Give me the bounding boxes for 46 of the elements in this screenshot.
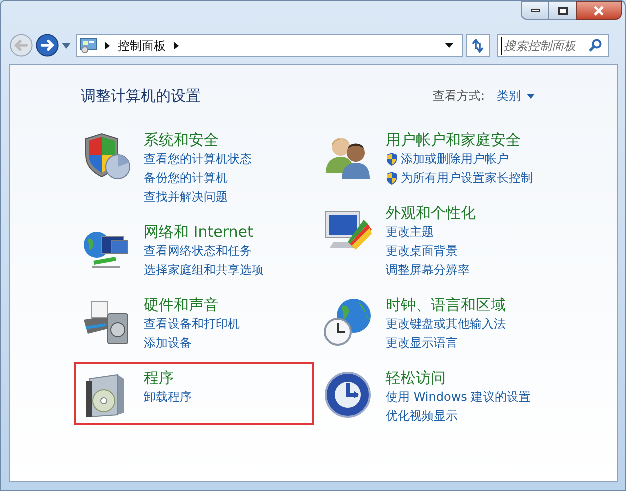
search-field[interactable]: 搜索控制面板 (497, 34, 609, 57)
accessibility-icon (324, 370, 372, 418)
breadcrumb-item[interactable]: 控制面板 (118, 36, 166, 54)
category-title[interactable]: 轻松访问 (386, 368, 532, 388)
close-button[interactable] (576, 1, 622, 20)
close-icon (593, 6, 605, 16)
dropdown-arrow-icon (527, 94, 535, 99)
address-bar[interactable]: 控制面板 (76, 34, 463, 57)
refresh-icon (471, 38, 485, 52)
category-title[interactable]: 程序 (144, 368, 192, 388)
category-link[interactable]: 使用 Windows 建议的设置 (386, 388, 532, 406)
maximize-button[interactable] (549, 1, 576, 20)
category-link[interactable]: 添加或删除用户帐户 (401, 150, 509, 168)
control-panel-icon (80, 38, 97, 53)
category-link[interactable]: 查看您的计算机状态 (144, 150, 252, 168)
category-link[interactable]: 更改桌面背景 (386, 242, 458, 260)
category-title[interactable]: 外观和个性化 (386, 202, 476, 222)
category-title[interactable]: 系统和安全 (144, 130, 252, 150)
category-link[interactable]: 备份您的计算机 (144, 169, 228, 187)
category-link[interactable]: 查看网络状态和任务 (144, 242, 252, 260)
category-title[interactable]: 网络和 Internet (144, 222, 264, 242)
search-icon (589, 39, 602, 52)
breadcrumb-arrow-icon[interactable] (174, 42, 179, 50)
view-by-dropdown[interactable]: 类别 (497, 87, 535, 106)
category-link[interactable]: 查看设备和打印机 (144, 315, 240, 333)
category-link[interactable]: 为所有用户设置家长控制 (401, 169, 533, 187)
breadcrumb-arrow-icon[interactable] (105, 42, 110, 50)
category-link[interactable]: 更改键盘或其他输入法 (386, 315, 506, 333)
view-by-label: 查看方式: (432, 88, 485, 106)
minimize-button[interactable] (521, 1, 549, 20)
category-title[interactable]: 硬件和声音 (144, 294, 240, 314)
category-link[interactable]: 选择家庭组和共享选项 (144, 261, 264, 279)
category-link[interactable]: 更改主题 (386, 223, 434, 241)
page-heading: 调整计算机的设置 (81, 86, 201, 107)
forward-button[interactable] (36, 34, 59, 57)
category-link[interactable]: 添加设备 (144, 334, 192, 352)
category-link[interactable]: 查找并解决问题 (144, 188, 228, 206)
globe-clock-icon (324, 298, 374, 346)
refresh-button[interactable] (466, 34, 490, 57)
category-link[interactable]: 卸载程序 (144, 388, 192, 406)
category-title[interactable]: 时钟、语言和区域 (386, 294, 506, 314)
category-title[interactable]: 用户帐户和家庭安全 (386, 130, 533, 150)
category-link[interactable]: 更改显示语言 (386, 334, 458, 352)
category-link[interactable]: 调整屏幕分辨率 (386, 261, 470, 279)
category-link[interactable]: 优化视频显示 (386, 407, 458, 425)
dropdown-arrow-icon[interactable] (445, 43, 454, 48)
